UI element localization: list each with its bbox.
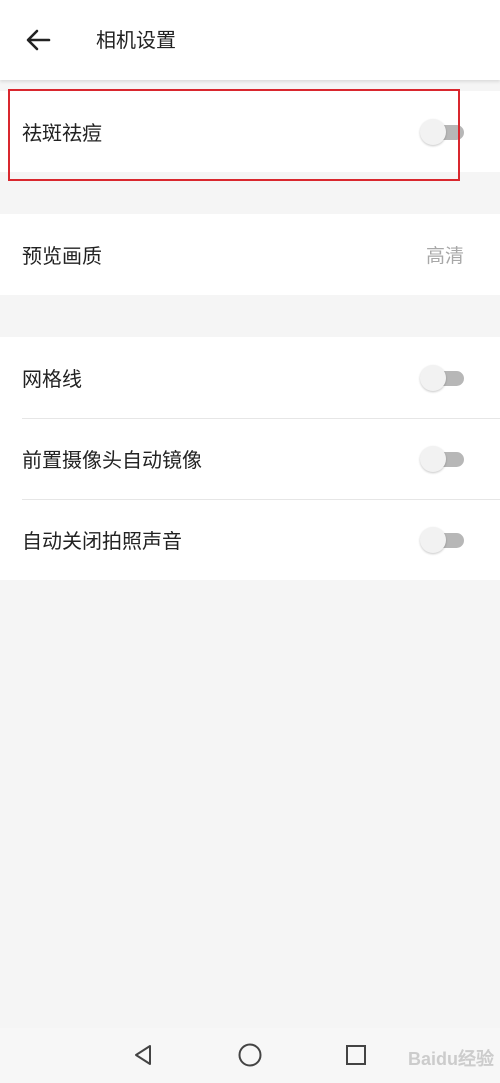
toggle-knob bbox=[420, 526, 446, 553]
setting-row-front-mirror[interactable]: 前置摄像头自动镜像 bbox=[0, 418, 500, 499]
grid-lines-toggle[interactable] bbox=[420, 364, 464, 391]
beauty-toggle[interactable] bbox=[420, 118, 464, 145]
shutter-sound-toggle[interactable] bbox=[420, 526, 464, 553]
system-nav-bar: Baidu经验 bbox=[0, 1028, 500, 1083]
nav-home-button[interactable] bbox=[233, 1040, 267, 1070]
watermark: Baidu经验 bbox=[407, 1049, 494, 1069]
square-recents-icon bbox=[346, 1045, 366, 1065]
setting-label-front-mirror: 前置摄像头自动镜像 bbox=[22, 448, 202, 472]
toggle-knob bbox=[420, 118, 446, 145]
arrow-left-icon bbox=[26, 29, 51, 51]
setting-row-grid-lines[interactable]: 网格线 bbox=[0, 337, 500, 418]
preview-quality-value: 高清 bbox=[425, 245, 464, 267]
setting-row-preview-quality[interactable]: 预览画质 高清 bbox=[0, 214, 500, 295]
back-button[interactable] bbox=[18, 22, 58, 58]
setting-label-grid-lines: 网格线 bbox=[22, 367, 82, 391]
app-header: 相机设置 bbox=[0, 0, 500, 80]
settings-group-preview: 预览画质 高清 bbox=[0, 214, 500, 295]
front-mirror-toggle[interactable] bbox=[420, 445, 464, 472]
setting-row-shutter-sound[interactable]: 自动关闭拍照声音 bbox=[0, 499, 500, 580]
setting-label-preview-quality: 预览画质 bbox=[22, 244, 102, 268]
setting-label-beauty: 祛斑祛痘 bbox=[22, 121, 102, 145]
setting-row-beauty[interactable]: 祛斑祛痘 bbox=[0, 91, 500, 172]
nav-back-button[interactable] bbox=[126, 1040, 160, 1070]
toggle-knob bbox=[420, 364, 446, 391]
triangle-back-icon bbox=[135, 1045, 151, 1065]
nav-recents-button[interactable] bbox=[339, 1040, 373, 1070]
toggle-knob bbox=[420, 445, 446, 472]
circle-home-icon bbox=[238, 1043, 262, 1067]
page-title: 相机设置 bbox=[96, 28, 176, 52]
settings-group-beauty: 祛斑祛痘 bbox=[0, 91, 500, 172]
settings-group-camera: 网格线 前置摄像头自动镜像 自动关闭拍照声音 bbox=[0, 337, 500, 580]
setting-label-shutter-sound: 自动关闭拍照声音 bbox=[22, 529, 182, 553]
